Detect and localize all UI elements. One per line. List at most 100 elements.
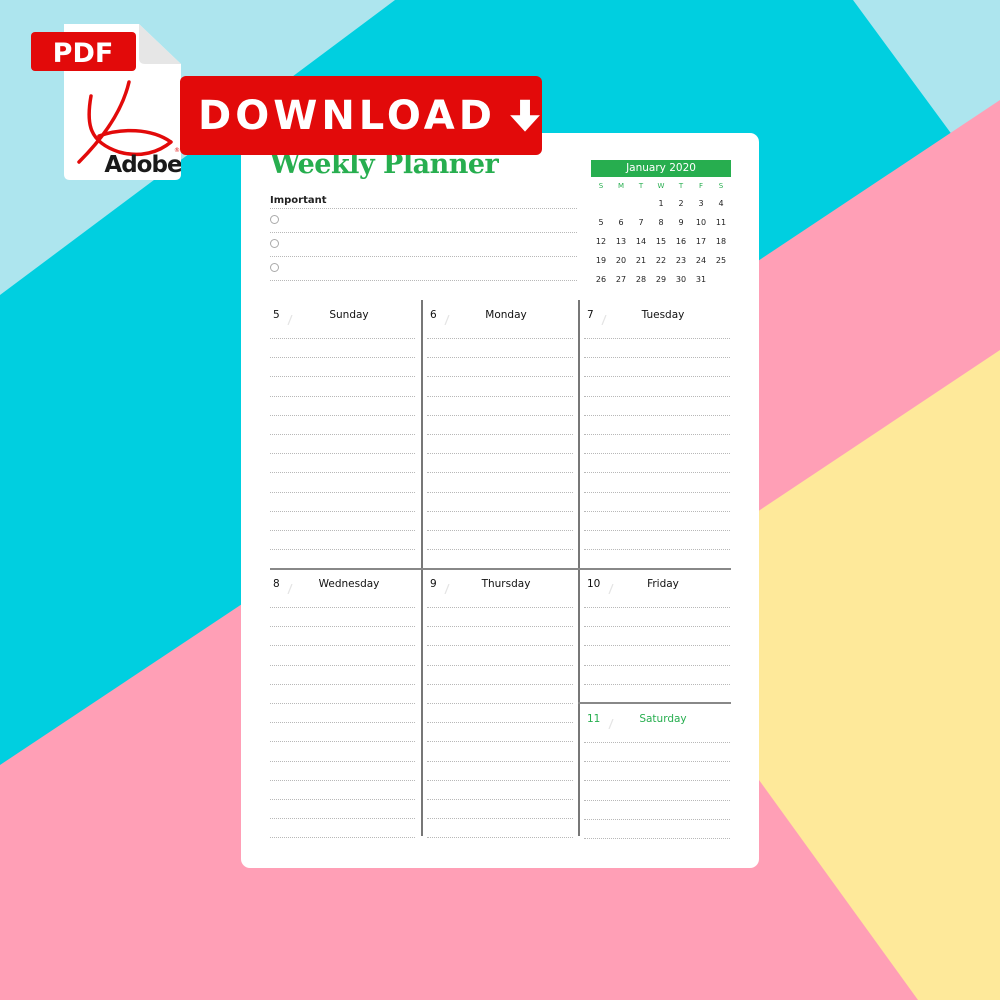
important-line[interactable] bbox=[270, 256, 577, 257]
writing-line[interactable] bbox=[270, 760, 415, 762]
calendar-day[interactable]: 10 bbox=[691, 213, 711, 232]
calendar-day[interactable]: 20 bbox=[611, 251, 631, 270]
writing-line[interactable] bbox=[584, 530, 730, 531]
writing-line[interactable] bbox=[427, 722, 573, 724]
writing-line[interactable] bbox=[427, 338, 573, 339]
writing-line[interactable] bbox=[270, 549, 415, 551]
calendar-day[interactable]: 19 bbox=[591, 251, 611, 270]
calendar-day[interactable]: 2 bbox=[671, 194, 691, 213]
writing-line[interactable] bbox=[427, 510, 573, 512]
writing-line[interactable] bbox=[584, 338, 730, 339]
calendar-day[interactable]: 14 bbox=[631, 232, 651, 251]
writing-line[interactable] bbox=[584, 395, 730, 397]
writing-line[interactable] bbox=[584, 607, 730, 608]
calendar-day[interactable]: 17 bbox=[691, 232, 711, 251]
writing-line[interactable] bbox=[584, 434, 730, 435]
important-line[interactable] bbox=[270, 232, 577, 233]
calendar-day[interactable]: 4 bbox=[711, 194, 731, 213]
writing-line[interactable] bbox=[270, 799, 415, 800]
writing-line[interactable] bbox=[427, 683, 573, 685]
writing-line[interactable] bbox=[427, 645, 573, 647]
writing-line[interactable] bbox=[584, 453, 730, 455]
writing-line[interactable] bbox=[270, 722, 415, 724]
writing-line[interactable] bbox=[427, 626, 573, 628]
writing-line[interactable] bbox=[427, 491, 573, 493]
writing-line[interactable] bbox=[584, 664, 730, 666]
calendar-day[interactable]: 24 bbox=[691, 251, 711, 270]
writing-line[interactable] bbox=[427, 741, 573, 743]
writing-line[interactable] bbox=[427, 607, 573, 608]
calendar-day[interactable]: 9 bbox=[671, 213, 691, 232]
important-checkbox[interactable] bbox=[270, 239, 279, 248]
writing-line[interactable] bbox=[584, 645, 730, 647]
calendar-day[interactable]: 22 bbox=[651, 251, 671, 270]
calendar-day[interactable]: 18 bbox=[711, 232, 731, 251]
calendar-day[interactable]: 13 bbox=[611, 232, 631, 251]
writing-line[interactable] bbox=[584, 376, 730, 378]
calendar-day[interactable]: 27 bbox=[611, 270, 631, 289]
writing-line[interactable] bbox=[584, 491, 730, 493]
writing-line[interactable] bbox=[270, 626, 415, 628]
calendar-day[interactable]: 8 bbox=[651, 213, 671, 232]
writing-line[interactable] bbox=[270, 607, 415, 608]
writing-line[interactable] bbox=[270, 510, 415, 512]
calendar-day[interactable]: 30 bbox=[671, 270, 691, 289]
download-button[interactable]: DOWNLOAD bbox=[180, 76, 542, 155]
writing-line[interactable] bbox=[584, 742, 730, 743]
writing-line[interactable] bbox=[270, 683, 415, 685]
writing-line[interactable] bbox=[270, 395, 415, 397]
calendar-day[interactable]: 5 bbox=[591, 213, 611, 232]
writing-line[interactable] bbox=[584, 472, 730, 474]
writing-line[interactable] bbox=[270, 703, 415, 704]
calendar-day[interactable]: 23 bbox=[671, 251, 691, 270]
writing-line[interactable] bbox=[584, 357, 730, 359]
writing-line[interactable] bbox=[427, 799, 573, 800]
writing-line[interactable] bbox=[584, 761, 730, 763]
calendar-day[interactable]: 7 bbox=[631, 213, 651, 232]
writing-line[interactable] bbox=[427, 395, 573, 397]
writing-line[interactable] bbox=[427, 414, 573, 416]
writing-line[interactable] bbox=[427, 837, 573, 839]
writing-line[interactable] bbox=[584, 626, 730, 628]
writing-line[interactable] bbox=[270, 741, 415, 743]
writing-line[interactable] bbox=[270, 779, 415, 781]
writing-line[interactable] bbox=[584, 683, 730, 685]
writing-line[interactable] bbox=[427, 376, 573, 378]
writing-line[interactable] bbox=[584, 510, 730, 512]
writing-line[interactable] bbox=[584, 549, 730, 551]
writing-line[interactable] bbox=[427, 703, 573, 704]
calendar-day[interactable]: 21 bbox=[631, 251, 651, 270]
calendar-day[interactable]: 6 bbox=[611, 213, 631, 232]
writing-line[interactable] bbox=[270, 453, 415, 455]
writing-line[interactable] bbox=[427, 760, 573, 762]
important-checkbox[interactable] bbox=[270, 263, 279, 272]
calendar-day[interactable]: 12 bbox=[591, 232, 611, 251]
writing-line[interactable] bbox=[270, 414, 415, 416]
calendar-day[interactable]: 3 bbox=[691, 194, 711, 213]
calendar-day[interactable]: 26 bbox=[591, 270, 611, 289]
writing-line[interactable] bbox=[427, 818, 573, 820]
writing-line[interactable] bbox=[270, 645, 415, 647]
writing-line[interactable] bbox=[427, 434, 573, 435]
writing-line[interactable] bbox=[270, 434, 415, 435]
writing-line[interactable] bbox=[270, 491, 415, 493]
writing-line[interactable] bbox=[584, 780, 730, 782]
writing-line[interactable] bbox=[427, 779, 573, 781]
calendar-day[interactable]: 28 bbox=[631, 270, 651, 289]
writing-line[interactable] bbox=[427, 472, 573, 474]
calendar-day[interactable]: 15 bbox=[651, 232, 671, 251]
writing-line[interactable] bbox=[584, 838, 730, 839]
calendar-day[interactable]: 25 bbox=[711, 251, 731, 270]
writing-line[interactable] bbox=[270, 338, 415, 339]
important-checkbox[interactable] bbox=[270, 215, 279, 224]
writing-line[interactable] bbox=[584, 818, 730, 820]
writing-line[interactable] bbox=[427, 453, 573, 455]
writing-line[interactable] bbox=[270, 837, 415, 839]
important-line[interactable] bbox=[270, 280, 577, 281]
writing-line[interactable] bbox=[427, 664, 573, 666]
calendar-day[interactable]: 29 bbox=[651, 270, 671, 289]
writing-line[interactable] bbox=[270, 376, 415, 378]
writing-line[interactable] bbox=[427, 530, 573, 531]
writing-line[interactable] bbox=[270, 530, 415, 531]
writing-line[interactable] bbox=[270, 818, 415, 820]
